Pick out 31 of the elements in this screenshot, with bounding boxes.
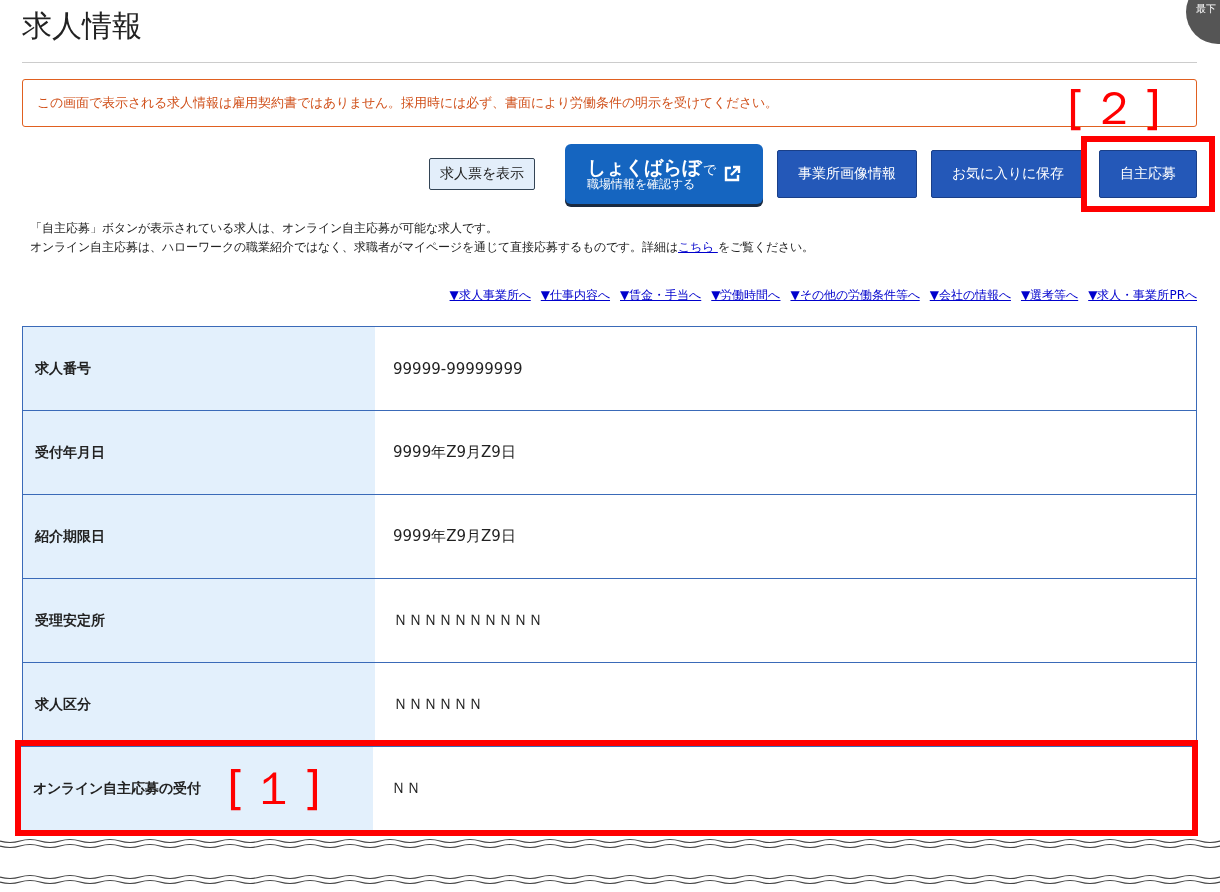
scroll-to-bottom-button[interactable]: 最下: [1186, 0, 1220, 44]
section-link[interactable]: ▼仕事内容へ: [540, 287, 610, 304]
table-cell-text: ＮＮＮＮＮＮ: [392, 694, 484, 715]
section-link[interactable]: ▼その他の労働条件等へ: [790, 287, 920, 304]
table-cell-text: ＮＮ: [390, 778, 422, 799]
details-link[interactable]: こちら: [678, 240, 718, 254]
row-label: オンライン自主応募の受付: [33, 779, 201, 798]
section-link[interactable]: ▼求人事業所へ: [449, 287, 531, 304]
table-cell-text: 99999-99999999: [392, 358, 524, 380]
page-title: 求人情報: [22, 8, 1197, 63]
row-label: 受付年月日: [35, 443, 105, 462]
annotation-label: [２]: [1067, 80, 1167, 137]
section-link[interactable]: ▼労働時間へ: [711, 287, 781, 304]
table-cell-text: 9999年Z9月Z9日: [392, 526, 517, 547]
row-label: 紹介期限日: [35, 527, 105, 546]
action-button[interactable]: 自主応募: [1099, 150, 1197, 198]
action-button[interactable]: 事業所画像情報: [777, 150, 917, 198]
section-link[interactable]: ▼求人・事業所PRへ: [1088, 287, 1197, 304]
shokubarabo-button[interactable]: しょくばらぼで 職場情報を確認する: [565, 144, 763, 204]
table-cell-text: ＮＮＮＮＮＮＮＮＮＮ: [392, 610, 544, 631]
table-cell-text: 9999年Z9月Z9日: [392, 442, 517, 463]
annotation-label: [１]: [227, 759, 327, 817]
note-text: 「自主応募」ボタンが表示されている求人は、オンライン自主応募が可能な求人です。: [30, 220, 499, 237]
section-link[interactable]: ▼選考等へ: [1020, 287, 1079, 304]
note-text: オンライン自主応募は、ハローワークの職業紹介ではなく、求職者がマイページを通じて直接応募するものです。詳細はこちら をご覧ください。: [30, 239, 815, 256]
section-link[interactable]: ▼会社の情報へ: [929, 287, 1011, 304]
section-link[interactable]: ▼賃金・手当へ: [620, 287, 702, 304]
action-button[interactable]: 求人票を表示: [429, 158, 535, 190]
row-label: 求人番号: [35, 359, 91, 378]
row-label: 求人区分: [35, 695, 91, 714]
row-label: 受理安定所: [35, 611, 105, 630]
